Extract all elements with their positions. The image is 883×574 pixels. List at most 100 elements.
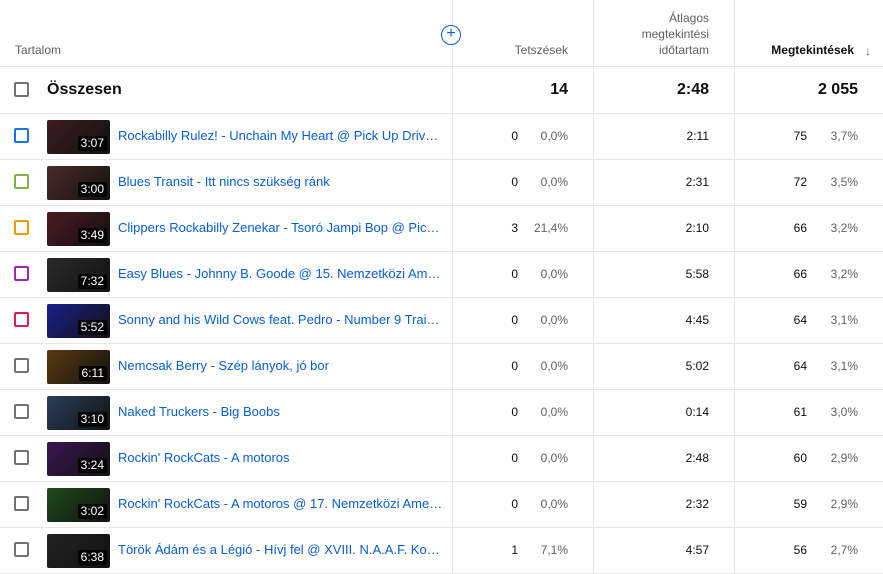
likes-percent: 0,0% — [540, 267, 568, 281]
likes-percent: 21,4% — [533, 221, 568, 235]
row-checkbox[interactable] — [14, 358, 29, 373]
views-count: 60 — [793, 451, 807, 465]
video-duration: 3:24 — [77, 458, 107, 473]
video-title-link[interactable]: Nemcsak Berry - Szép lányok, jó bor — [118, 358, 445, 373]
views-count: 72 — [793, 175, 807, 189]
views-percent: 3,5% — [830, 175, 858, 189]
views-count: 75 — [793, 129, 807, 143]
table-header: Tartalom + Tetszések Átlagos megtekintés… — [0, 0, 883, 67]
row-avg-cell: 2:10 — [593, 206, 734, 251]
header-content-cell: Tartalom — [0, 0, 452, 66]
video-duration: 5:52 — [77, 320, 107, 335]
likes-count: 1 — [511, 543, 518, 557]
row-content-cell: 3:24 Rockin' RockCats - A motoros — [0, 436, 452, 481]
table-row: 6:38 Török Ádám és a Légió - Hívj fel @ X… — [0, 528, 883, 574]
likes-percent: 7,1% — [540, 543, 568, 557]
row-checkbox[interactable] — [14, 404, 29, 419]
row-views-cell: 66 3,2% — [734, 206, 883, 251]
row-content-cell: 3:07 Rockabilly Rulez! - Unchain My Heart… — [0, 114, 452, 159]
likes-count: 0 — [511, 405, 518, 419]
avg-duration: 5:02 — [685, 359, 709, 373]
header-likes-cell[interactable]: Tetszések — [452, 0, 593, 66]
likes-percent: 0,0% — [540, 313, 568, 327]
table-row: 3:02 Rockin' RockCats - A motoros @ 17. N… — [0, 482, 883, 528]
row-checkbox[interactable] — [14, 542, 29, 557]
views-count: 56 — [793, 543, 807, 557]
plus-circle-icon[interactable]: + — [441, 25, 461, 45]
avg-duration: 5:58 — [685, 267, 709, 281]
video-title-link[interactable]: Török Ádám és a Légió - Hívj fel @ XVIII… — [118, 542, 445, 557]
video-thumbnail[interactable]: 3:49 — [47, 212, 110, 246]
video-title-link[interactable]: Sonny and his Wild Cows feat. Pedro - Nu… — [118, 312, 445, 327]
avg-duration: 0:14 — [685, 405, 709, 419]
row-views-cell: 61 3,0% — [734, 390, 883, 435]
video-thumbnail[interactable]: 6:38 — [47, 534, 110, 568]
table-row: 3:24 Rockin' RockCats - A motoros 0 0,0% 2:4… — [0, 436, 883, 482]
total-avg-duration: 2:48 — [676, 81, 709, 98]
row-avg-cell: 2:11 — [593, 114, 734, 159]
row-views-cell: 56 2,7% — [734, 528, 883, 573]
video-thumbnail[interactable]: 7:32 — [47, 258, 110, 292]
table-row: 3:07 Rockabilly Rulez! - Unchain My Heart… — [0, 114, 883, 160]
header-avg-cell[interactable]: Átlagos megtekintési időtartam — [593, 0, 734, 66]
video-duration: 6:38 — [77, 550, 107, 565]
row-likes-cell: 0 0,0% — [452, 344, 593, 389]
video-duration: 3:49 — [77, 228, 107, 243]
header-avg-line2: megtekintési — [641, 27, 709, 41]
row-content-cell: 3:00 Blues Transit - Itt nincs szükség rá… — [0, 160, 452, 205]
row-avg-cell: 2:48 — [593, 436, 734, 481]
video-thumbnail[interactable]: 6:11 — [47, 350, 110, 384]
video-thumbnail[interactable]: 3:07 — [47, 120, 110, 154]
views-percent: 3,7% — [830, 129, 858, 143]
total-row: Összesen 14 2:48 2 055 — [0, 67, 883, 114]
row-checkbox[interactable] — [14, 496, 29, 511]
video-thumbnail[interactable]: 3:02 — [47, 488, 110, 522]
header-views: Megtekintések — [771, 43, 854, 57]
row-checkbox[interactable] — [14, 312, 29, 327]
header-likes: Tetszések — [514, 43, 568, 57]
total-content-cell: Összesen — [0, 67, 452, 113]
row-checkbox[interactable] — [14, 220, 29, 235]
video-duration: 3:10 — [77, 412, 107, 427]
video-title-link[interactable]: Naked Truckers - Big Boobs — [118, 404, 445, 419]
row-checkbox[interactable] — [14, 450, 29, 465]
arrow-down-icon[interactable]: ↓ — [865, 44, 871, 58]
total-checkbox[interactable] — [14, 82, 29, 97]
views-count: 66 — [793, 221, 807, 235]
avg-duration: 2:10 — [685, 221, 709, 235]
table-row: 5:52 Sonny and his Wild Cows feat. Pedro … — [0, 298, 883, 344]
row-content-cell: 5:52 Sonny and his Wild Cows feat. Pedro … — [0, 298, 452, 343]
views-count: 64 — [793, 359, 807, 373]
video-title-link[interactable]: Blues Transit - Itt nincs szükség ránk — [118, 174, 445, 189]
total-label: Összesen — [47, 81, 122, 98]
header-views-cell[interactable]: Megtekintések ↓ — [734, 0, 883, 66]
row-checkbox[interactable] — [14, 174, 29, 189]
table-row: 3:10 Naked Truckers - Big Boobs 0 0,0% 0:14 6… — [0, 390, 883, 436]
row-likes-cell: 0 0,0% — [452, 160, 593, 205]
video-title-link[interactable]: Easy Blues - Johnny B. Goode @ 15. Nemze… — [118, 266, 445, 281]
video-title-link[interactable]: Rockin' RockCats - A motoros @ 17. Nemze… — [118, 496, 445, 511]
row-content-cell: 3:10 Naked Truckers - Big Boobs — [0, 390, 452, 435]
total-avg-cell: 2:48 — [593, 67, 734, 113]
row-views-cell: 72 3,5% — [734, 160, 883, 205]
video-thumbnail[interactable]: 3:24 — [47, 442, 110, 476]
row-checkbox[interactable] — [14, 128, 29, 143]
row-checkbox[interactable] — [14, 266, 29, 281]
avg-duration: 2:11 — [686, 129, 709, 143]
video-title-link[interactable]: Clippers Rockabilly Zenekar - Tsoró Jamp… — [118, 220, 445, 235]
header-avg-line1: Átlagos — [668, 11, 709, 25]
video-thumbnail[interactable]: 3:10 — [47, 396, 110, 430]
video-thumbnail[interactable]: 5:52 — [47, 304, 110, 338]
row-likes-cell: 3 21,4% — [452, 206, 593, 251]
row-content-cell: 6:11 Nemcsak Berry - Szép lányok, jó bor — [0, 344, 452, 389]
likes-count: 0 — [511, 313, 518, 327]
video-title-link[interactable]: Rockin' RockCats - A motoros — [118, 450, 445, 465]
row-avg-cell: 5:58 — [593, 252, 734, 297]
likes-count: 0 — [511, 267, 518, 281]
video-duration: 3:07 — [77, 136, 107, 151]
row-avg-cell: 2:32 — [593, 482, 734, 527]
video-thumbnail[interactable]: 3:00 — [47, 166, 110, 200]
header-content: Tartalom — [15, 43, 62, 57]
header-avg-duration: Átlagos megtekintési időtartam — [589, 10, 709, 58]
video-title-link[interactable]: Rockabilly Rulez! - Unchain My Heart @ P… — [118, 128, 445, 143]
